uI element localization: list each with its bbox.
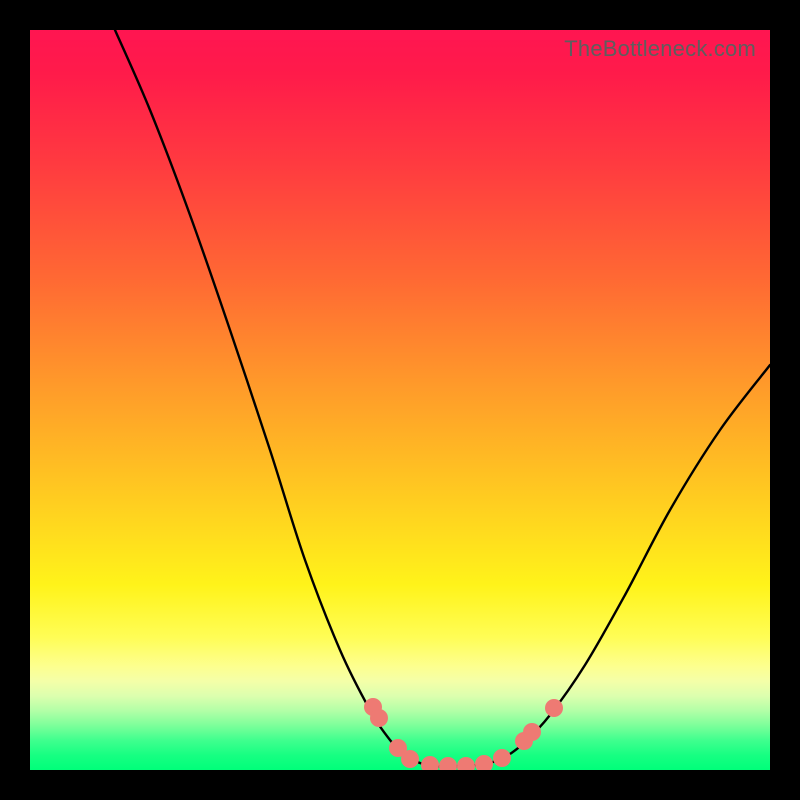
marker-dot	[475, 755, 493, 770]
bottleneck-curve-path	[115, 30, 770, 766]
plot-area: TheBottleneck.com	[30, 30, 770, 770]
curve-svg	[30, 30, 770, 770]
curve-markers	[364, 698, 563, 770]
marker-dot	[457, 757, 475, 770]
marker-dot	[523, 723, 541, 741]
chart-frame: TheBottleneck.com	[0, 0, 800, 800]
marker-dot	[493, 749, 511, 767]
marker-dot	[545, 699, 563, 717]
marker-dot	[439, 757, 457, 770]
marker-dot	[370, 709, 388, 727]
marker-dot	[421, 756, 439, 770]
marker-dot	[401, 750, 419, 768]
